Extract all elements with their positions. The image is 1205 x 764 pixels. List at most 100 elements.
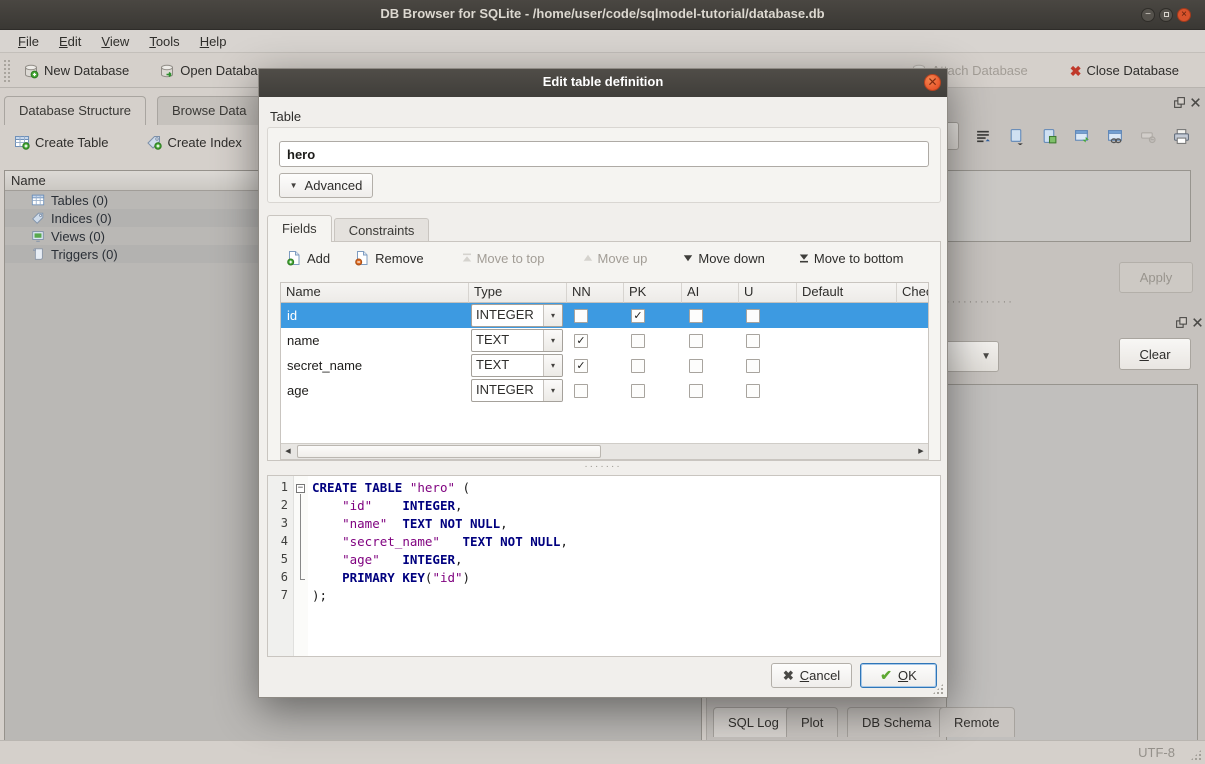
column-header-nn[interactable]: NN	[567, 283, 624, 303]
minimize-button[interactable]: −	[1141, 8, 1155, 22]
nn-checkbox[interactable]: ✓	[574, 359, 588, 373]
default-cell[interactable]	[797, 303, 897, 328]
column-header-type[interactable]: Type	[469, 283, 567, 303]
type-combobox[interactable]: INTEGER▾	[471, 304, 563, 327]
default-cell[interactable]	[797, 328, 897, 353]
tab-constraints[interactable]: Constraints	[334, 218, 430, 242]
tab-database-structure[interactable]: Database Structure	[4, 96, 146, 125]
encoding-indicator[interactable]: UTF-8	[1138, 745, 1175, 760]
cancel-button[interactable]: ✖ Cancel	[771, 663, 852, 688]
menu-tools[interactable]: Tools	[139, 31, 189, 52]
tab-browse-data[interactable]: Browse Data	[157, 96, 261, 125]
combo-arrow-icon[interactable]: ▾	[543, 380, 562, 401]
ok-button[interactable]: ✔ OK	[860, 663, 937, 688]
pk-checkbox[interactable]: ✓	[631, 309, 645, 323]
pk-checkbox[interactable]	[631, 334, 645, 348]
u-checkbox[interactable]	[746, 384, 760, 398]
scrollbar-track[interactable]	[295, 444, 914, 459]
menu-help[interactable]: Help	[190, 31, 237, 52]
create-table-button[interactable]: Create Table	[6, 130, 116, 154]
move-down-button[interactable]: Move down	[677, 247, 770, 270]
field-name-cell[interactable]: name	[281, 328, 469, 353]
nn-checkbox[interactable]	[574, 309, 588, 323]
u-checkbox[interactable]	[746, 359, 760, 373]
cell-editor-textarea[interactable]	[946, 170, 1191, 242]
move-to-top-button[interactable]: Move to top	[456, 247, 551, 270]
clear-button[interactable]: Clear	[1119, 338, 1191, 370]
check-cell[interactable]	[897, 378, 929, 403]
type-combobox[interactable]: INTEGER▾	[471, 379, 563, 402]
ai-checkbox[interactable]	[689, 309, 703, 323]
tab-db-schema[interactable]: DB Schema	[847, 707, 946, 737]
dock2-close-icon[interactable]	[1191, 316, 1204, 329]
fold-collapse-icon[interactable]: −	[296, 484, 305, 493]
column-header-pk[interactable]: PK	[624, 283, 682, 303]
dialog-splitter-handle[interactable]: ·······	[259, 461, 947, 472]
advanced-button[interactable]: ▼ Advanced	[279, 173, 373, 198]
apply-button[interactable]: Apply	[1119, 262, 1193, 293]
text-mode-icon[interactable]	[975, 128, 992, 145]
tab-fields[interactable]: Fields	[267, 215, 332, 242]
pk-checkbox[interactable]	[631, 384, 645, 398]
scrollbar-thumb[interactable]	[297, 445, 601, 458]
tab-sql-log[interactable]: SQL Log	[713, 707, 794, 737]
dock-float-icon[interactable]	[1173, 96, 1186, 109]
field-row[interactable]: secret_nameTEXT▾ ✓	[281, 353, 928, 378]
combo-arrow-icon[interactable]: ▾	[543, 355, 562, 376]
column-header-u[interactable]: U	[739, 283, 797, 303]
ai-checkbox[interactable]	[689, 384, 703, 398]
menu-edit[interactable]: Edit	[49, 31, 91, 52]
create-index-button[interactable]: Create Index	[138, 130, 249, 154]
menu-view[interactable]: View	[91, 31, 139, 52]
nn-checkbox[interactable]: ✓	[574, 334, 588, 348]
dock-close-icon[interactable]	[1189, 96, 1202, 109]
field-row[interactable]: ageINTEGER▾	[281, 378, 928, 403]
new-database-button[interactable]: New Database	[15, 59, 137, 83]
fold-marker[interactable]: −	[294, 480, 308, 498]
check-cell[interactable]	[897, 303, 929, 328]
close-database-button[interactable]: ✖ Close Database	[1062, 59, 1187, 82]
column-header-default[interactable]: Default	[797, 283, 897, 303]
default-cell[interactable]	[797, 378, 897, 403]
dock-splitter-handle[interactable]: ············	[946, 296, 1014, 308]
u-checkbox[interactable]	[746, 309, 760, 323]
horizontal-scrollbar[interactable]: ◀ ▶	[281, 443, 928, 459]
import-icon[interactable]	[1008, 128, 1025, 145]
column-header-check[interactable]: Check	[897, 283, 929, 303]
save-icon[interactable]	[1041, 128, 1058, 145]
type-combobox[interactable]: TEXT▾	[471, 354, 563, 377]
check-cell[interactable]	[897, 353, 929, 378]
link-icon[interactable]	[1107, 128, 1124, 145]
set-null-icon[interactable]	[1140, 128, 1157, 145]
field-name-cell[interactable]: age	[281, 378, 469, 403]
sql-fold-margin[interactable]: −	[294, 476, 308, 656]
window-resize-grip[interactable]	[1190, 749, 1202, 761]
column-header-name[interactable]: Name	[281, 283, 469, 303]
combo-arrow-icon[interactable]: ▾	[543, 305, 562, 326]
toolbar-grip[interactable]	[3, 59, 11, 83]
sql-preview[interactable]: 1234567 − CREATE TABLE "hero" ( "id" INT…	[267, 475, 941, 657]
type-combobox[interactable]: TEXT▾	[471, 329, 563, 352]
check-cell[interactable]	[897, 328, 929, 353]
default-cell[interactable]	[797, 353, 897, 378]
field-name-cell[interactable]: secret_name	[281, 353, 469, 378]
nn-checkbox[interactable]	[574, 384, 588, 398]
remove-field-button[interactable]: Remove	[348, 246, 429, 270]
u-checkbox[interactable]	[746, 334, 760, 348]
add-field-button[interactable]: Add	[280, 246, 336, 270]
move-to-bottom-button[interactable]: Move to bottom	[793, 247, 910, 270]
tab-remote[interactable]: Remote	[939, 707, 1015, 737]
field-name-cell[interactable]: id	[281, 303, 469, 328]
dialog-titlebar[interactable]: Edit table definition ✕	[259, 69, 947, 97]
maximize-button[interactable]	[1159, 8, 1173, 22]
move-up-button[interactable]: Move up	[577, 247, 654, 270]
ai-checkbox[interactable]	[689, 334, 703, 348]
ai-checkbox[interactable]	[689, 359, 703, 373]
window-titlebar[interactable]: DB Browser for SQLite - /home/user/code/…	[0, 0, 1205, 30]
combo-arrow-icon[interactable]: ▾	[543, 330, 562, 351]
pk-checkbox[interactable]	[631, 359, 645, 373]
table-name-input[interactable]	[279, 141, 929, 167]
dialog-close-button[interactable]: ✕	[924, 74, 941, 91]
column-header-ai[interactable]: AI	[682, 283, 739, 303]
field-row[interactable]: idINTEGER▾ ✓	[281, 303, 928, 328]
